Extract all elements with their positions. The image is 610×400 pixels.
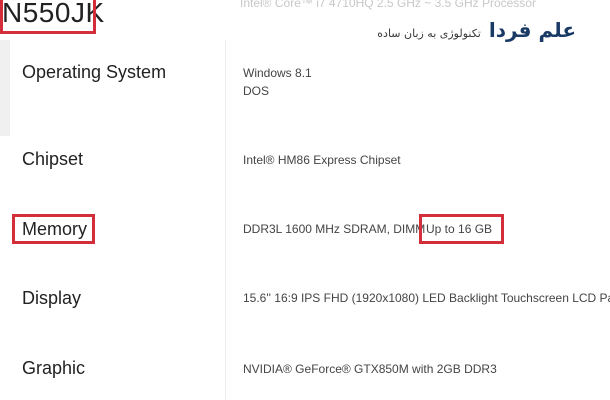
logo-tagline: تکنولوژی به زبان ساده xyxy=(377,27,481,40)
spec-row-operating-system: Operating System Windows 8.1 DOS xyxy=(0,40,610,136)
spec-label-chipset: Chipset xyxy=(22,149,84,169)
logo-main-text: علم فردا xyxy=(488,18,576,42)
os-option-dos: DOS xyxy=(243,84,270,98)
spec-row-chipset: Chipset Intel® HM86 Express Chipset xyxy=(0,136,610,184)
spec-value-graphic: NVIDIA® GeForce® GTX850M with 2GB DDR3 xyxy=(243,362,497,376)
spec-label-operating-system: Operating System xyxy=(22,62,167,82)
spec-label-memory: Memory xyxy=(22,219,88,239)
os-option-windows: Windows 8.1 xyxy=(243,66,312,80)
spec-row-display: Display 15.6'' 16:9 IPS FHD (1920x1080) … xyxy=(0,268,610,328)
spec-label-graphic: Graphic xyxy=(22,358,86,378)
spec-row-graphic: Graphic NVIDIA® GeForce® GTX850M with 2G… xyxy=(0,336,610,396)
site-logo: علم فردا تکنولوژی به زبان ساده xyxy=(377,18,576,42)
spec-label-display: Display xyxy=(22,288,82,308)
spec-value-display: 15.6'' 16:9 IPS FHD (1920x1080) LED Back… xyxy=(243,291,610,305)
spec-value-memory-max: Up to 16 GB xyxy=(426,222,493,236)
spec-value-operating-system: Windows 8.1 DOS xyxy=(243,64,312,100)
spec-row-memory: Memory DDR3L 1600 MHz SDRAM, DIMM Up to … xyxy=(0,200,610,260)
faded-processor-text: Intel® Core™ i7 4710HQ 2.5 GHz ~ 3.5 GHz… xyxy=(240,0,536,10)
spec-value-chipset: Intel® HM86 Express Chipset xyxy=(243,153,401,167)
model-highlight-box xyxy=(0,0,96,34)
spec-value-memory: DDR3L 1600 MHz SDRAM, DIMM xyxy=(243,222,426,236)
